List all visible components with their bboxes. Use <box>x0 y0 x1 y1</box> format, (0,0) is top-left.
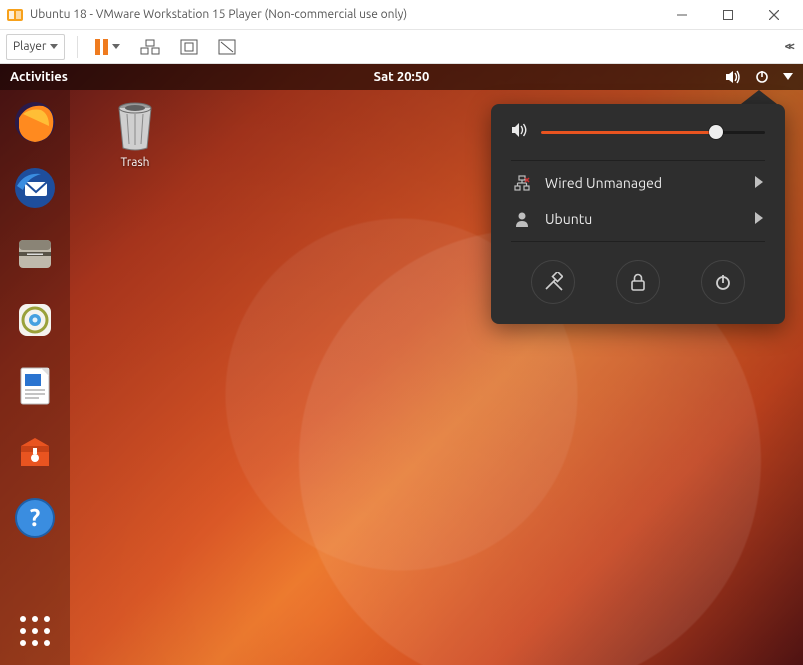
vmware-toolbar: Player << <box>0 30 803 64</box>
pause-icon <box>95 39 108 55</box>
cad-icon <box>140 38 160 56</box>
lock-button[interactable] <box>616 260 660 304</box>
close-button[interactable] <box>751 0 797 30</box>
activities-button[interactable]: Activities <box>10 70 68 84</box>
maximize-button[interactable] <box>705 0 751 30</box>
fullscreen-icon <box>180 39 198 55</box>
network-wired-icon <box>513 175 531 191</box>
show-applications-button[interactable] <box>15 611 55 651</box>
toolbar-separator <box>77 36 78 58</box>
settings-icon <box>543 272 563 292</box>
dock-ubuntu-software[interactable] <box>11 428 59 476</box>
vmware-app-icon <box>6 6 24 24</box>
unity-mode-button[interactable] <box>213 34 241 60</box>
unity-icon <box>218 39 236 55</box>
chevron-down-icon <box>50 44 58 49</box>
user-label: Ubuntu <box>545 211 592 227</box>
volume-icon <box>511 122 529 142</box>
power-icon <box>714 273 732 291</box>
power-button[interactable] <box>701 260 745 304</box>
dock-thunderbird[interactable] <box>11 164 59 212</box>
player-menu-label: Player <box>13 40 46 53</box>
dock-help[interactable]: ? <box>11 494 59 542</box>
chevron-down-icon <box>112 44 120 49</box>
chevron-right-icon <box>755 211 763 227</box>
svg-text:?: ? <box>30 504 41 531</box>
fullscreen-button[interactable] <box>175 34 203 60</box>
volume-slider[interactable] <box>541 131 765 134</box>
divider <box>511 241 765 242</box>
dock-libreoffice-writer[interactable] <box>11 362 59 410</box>
network-label: Wired Unmanaged <box>545 175 662 191</box>
settings-button[interactable] <box>531 260 575 304</box>
ubuntu-dock: ? <box>0 90 70 665</box>
dock-firefox[interactable] <box>11 98 59 146</box>
minimize-button[interactable] <box>659 0 705 30</box>
dock-rhythmbox[interactable] <box>11 296 59 344</box>
popover-arrow <box>741 90 777 104</box>
chevron-left-double-icon: << <box>784 40 792 53</box>
chevron-right-icon <box>755 175 763 191</box>
system-status-popover: Wired Unmanaged Ubuntu <box>491 104 785 324</box>
ubuntu-desktop: Activities Sat 20:50 <box>0 64 803 665</box>
volume-icon[interactable] <box>725 70 741 84</box>
network-row[interactable]: Wired Unmanaged <box>505 165 771 201</box>
desktop-trash[interactable]: Trash <box>100 100 170 169</box>
pause-vm-button[interactable] <box>90 34 125 60</box>
trash-icon <box>113 100 157 152</box>
desktop-trash-label: Trash <box>100 156 170 169</box>
vmware-title: Ubuntu 18 - VMware Workstation 15 Player… <box>30 8 407 21</box>
send-ctrl-alt-del-button[interactable] <box>135 34 165 60</box>
player-menu-button[interactable]: Player <box>6 34 65 60</box>
user-row[interactable]: Ubuntu <box>505 201 771 237</box>
volume-row <box>505 120 771 156</box>
vmware-titlebar: Ubuntu 18 - VMware Workstation 15 Player… <box>0 0 803 30</box>
user-icon <box>513 211 531 227</box>
dock-files[interactable] <box>11 230 59 278</box>
collapse-toolbar-button[interactable]: << <box>779 34 797 60</box>
gnome-top-panel: Activities Sat 20:50 <box>0 64 803 90</box>
power-menu-icon[interactable] <box>755 70 769 84</box>
chevron-down-icon[interactable] <box>783 73 793 81</box>
lock-icon <box>630 273 646 291</box>
clock-label[interactable]: Sat 20:50 <box>374 70 430 84</box>
divider <box>511 160 765 161</box>
